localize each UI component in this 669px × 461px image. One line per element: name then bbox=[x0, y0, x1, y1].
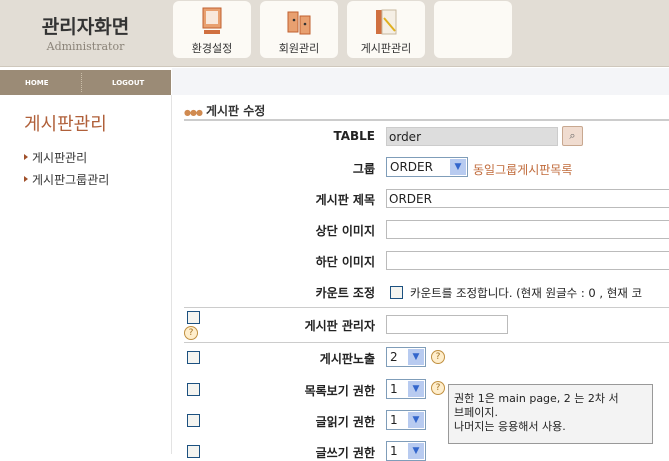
group-label: 그룹 bbox=[352, 162, 375, 176]
expose-select[interactable]: 2 ▼ bbox=[386, 347, 426, 367]
chevron-down-icon: ▼ bbox=[408, 443, 424, 459]
sidebar-item-board-group-manage[interactable]: 게시판그룹관리 bbox=[24, 171, 109, 188]
list-perm-select[interactable]: 1 ▼ bbox=[386, 379, 426, 399]
menu-label: 게시판관리 bbox=[360, 42, 412, 55]
section-title-text: 게시판 수정 bbox=[205, 104, 266, 118]
sidebar-title: 게시판관리 bbox=[24, 114, 107, 135]
admin-label: 게시판 관리자 bbox=[304, 319, 375, 333]
count-adjust-text: 카운트를 조정합니다. (현재 원글수 : 0 , 현재 코 bbox=[410, 286, 643, 300]
read-perm-select[interactable]: 1 ▼ bbox=[386, 410, 426, 430]
top-image-label: 상단 이미지 bbox=[315, 224, 375, 238]
monitor-icon bbox=[202, 7, 222, 34]
chevron-down-icon: ▼ bbox=[408, 381, 424, 397]
group-select-value: ORDER bbox=[390, 160, 433, 174]
list-perm-select-value: 1 bbox=[390, 382, 398, 396]
board-icon bbox=[376, 9, 397, 35]
chevron-down-icon: ▼ bbox=[408, 412, 424, 428]
section-divider bbox=[184, 119, 669, 121]
bullet-dots-icon: ●●● bbox=[184, 108, 203, 117]
chevron-down-icon: ▼ bbox=[450, 159, 466, 175]
count-label: 카운트 조정 bbox=[315, 286, 375, 300]
menu-label: 회원관리 bbox=[278, 42, 320, 55]
help-icon[interactable]: ? bbox=[431, 350, 445, 364]
read-perm-select-value: 1 bbox=[390, 413, 398, 427]
chevron-down-icon: ▼ bbox=[408, 349, 424, 365]
write-perm-apply-checkbox[interactable] bbox=[187, 445, 200, 458]
logo[interactable]: 관리자화면 Administrator bbox=[0, 12, 171, 53]
count-adjust-checkbox[interactable] bbox=[390, 286, 403, 299]
divider bbox=[184, 307, 669, 308]
top-image-input[interactable] bbox=[386, 220, 669, 239]
write-perm-select-value: 1 bbox=[390, 444, 398, 458]
members-icon bbox=[287, 11, 311, 35]
permission-tooltip: 권한 1은 main page, 2 는 2차 서 브페이지. 나머지는 응용해… bbox=[448, 384, 653, 444]
bottom-image-input[interactable] bbox=[386, 251, 669, 270]
subject-input[interactable]: ORDER bbox=[386, 189, 669, 208]
list-perm-apply-checkbox[interactable] bbox=[187, 383, 200, 396]
sidebar-divider bbox=[171, 95, 172, 454]
help-icon[interactable]: ? bbox=[184, 326, 198, 340]
tooltip-line: 권한 1은 main page, 2 는 2차 서 bbox=[454, 392, 619, 405]
menu-board[interactable]: 게시판관리 bbox=[347, 1, 425, 58]
divider bbox=[184, 342, 669, 343]
sidebar-item-board-manage[interactable]: 게시판관리 bbox=[24, 149, 87, 166]
search-table-button[interactable]: ⌕ bbox=[562, 126, 583, 146]
admin-input[interactable] bbox=[386, 315, 508, 334]
admin-title: 관리자화면 bbox=[41, 16, 130, 38]
home-link[interactable]: HOME bbox=[25, 79, 49, 87]
subject-label: 게시판 제목 bbox=[315, 193, 375, 207]
group-select[interactable]: ORDER ▼ bbox=[386, 157, 468, 177]
tooltip-line: 브페이지. bbox=[454, 406, 498, 419]
section-title: ●●● 게시판 수정 bbox=[184, 102, 265, 119]
tooltip-line: 나머지는 응용해서 사용. bbox=[454, 420, 566, 433]
menu-empty[interactable] bbox=[434, 1, 512, 58]
expose-select-value: 2 bbox=[390, 350, 398, 364]
nav-bar: HOME LOGOUT bbox=[0, 70, 171, 95]
admin-apply-checkbox[interactable] bbox=[187, 311, 200, 324]
content-top-strip bbox=[172, 68, 669, 95]
bottom-image-label: 하단 이미지 bbox=[315, 255, 375, 269]
write-perm-select[interactable]: 1 ▼ bbox=[386, 441, 426, 461]
table-input[interactable]: order bbox=[386, 127, 558, 146]
menu-label: 환경설정 bbox=[191, 42, 233, 55]
logout-link[interactable]: LOGOUT bbox=[112, 79, 144, 87]
list-perm-label: 목록보기 권한 bbox=[304, 384, 375, 398]
admin-subtitle: Administrator bbox=[46, 40, 125, 53]
help-icon[interactable]: ? bbox=[431, 381, 445, 395]
menu-settings[interactable]: 환경설정 bbox=[173, 1, 251, 58]
magnifier-icon: ⌕ bbox=[569, 129, 576, 142]
read-perm-apply-checkbox[interactable] bbox=[187, 414, 200, 427]
menu-members[interactable]: 회원관리 bbox=[260, 1, 338, 58]
table-label: TABLE bbox=[333, 129, 375, 143]
expose-apply-checkbox[interactable] bbox=[187, 351, 200, 364]
same-group-board-list-link[interactable]: 동일그룹게시판목록 bbox=[473, 161, 572, 178]
read-perm-label: 글읽기 권한 bbox=[315, 415, 375, 429]
header: 관리자화면 Administrator 환경설정 회원관리 게시판관리 bbox=[0, 0, 669, 67]
nav-divider bbox=[81, 73, 82, 92]
expose-label: 게시판노출 bbox=[319, 352, 375, 366]
write-perm-label: 글쓰기 권한 bbox=[315, 446, 375, 460]
